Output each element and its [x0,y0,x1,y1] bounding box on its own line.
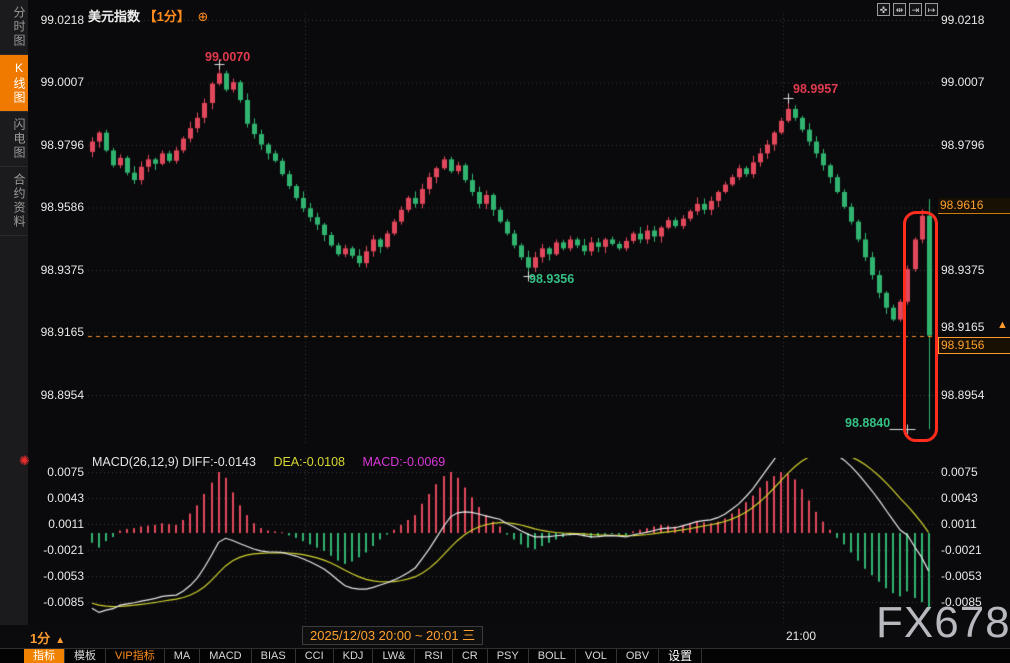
macd-axis-label: -0.0021 [941,543,1001,557]
tab-bias[interactable]: BIAS [252,649,296,663]
swing-low-label: 98.9356 [529,272,574,286]
price-axis-label: 98.9165 [941,320,1001,334]
period-value: 1分 [30,631,50,646]
period-selector[interactable]: 1分 ▲ [30,628,65,647]
macd-hist-value: MACD:-0.0069 [363,455,446,469]
tab-templates[interactable]: 模板 [65,649,106,663]
session-low-label: 98.8840 [845,416,890,430]
price-axis-label: 98.9796 [32,138,84,152]
tab-psy[interactable]: PSY [488,649,529,663]
price-axis-label: 99.0007 [32,75,84,89]
sidebar-tab-lightning[interactable]: 闪电图 [0,112,28,167]
tab-cci[interactable]: CCI [296,649,334,663]
macd-dea-value: DEA:-0.0108 [273,455,345,469]
goto-latest-icon[interactable]: ↦ [925,3,938,16]
price-axis-label: 98.9375 [32,263,84,277]
price-axis-label: 99.0218 [941,13,1001,27]
indicator-tab-bar: 指标 模板 VIP指标 MA MACD BIAS CCI KDJ LW& RSI… [0,648,1010,663]
macd-axis-label: 0.0011 [941,517,1001,531]
macd-axis-label: 0.0075 [32,465,84,479]
tab-vip-indicators[interactable]: VIP指标 [106,649,165,663]
price-axis-label: 99.0218 [32,13,84,27]
macd-axis-label: 0.0075 [941,465,1001,479]
current-price-box: 98.9156 [938,337,1010,354]
sidebar-tab-contract-info[interactable]: 合约资料 [0,167,28,236]
chart-title: 美元指数 【1分】 ⊕ [88,6,208,25]
chart-toolbar: ✜ ⇹ ⇥ ↦ [877,3,938,16]
period-dropdown-icon: ▲ [55,635,65,646]
upper-ref-price-box: 98.9616 [938,198,1010,214]
price-axis-label: 98.9586 [32,200,84,214]
tab-rsi[interactable]: RSI [415,649,452,663]
session-high-label: 99.0070 [205,50,250,64]
tab-vol[interactable]: VOL [576,649,617,663]
macd-formula-diff: MACD(26,12,9) DIFF:-0.0143 [92,455,256,469]
price-axis-label: 98.8954 [32,388,84,402]
macd-axis-label: -0.0021 [32,543,84,557]
macd-axis-label: -0.0053 [32,569,84,583]
sidebar-tab-time-chart[interactable]: 分时图 [0,0,28,55]
price-axis-label: 99.0007 [941,75,1001,89]
left-sidebar: 分时图 K线图 闪电图 合约资料 [0,0,28,625]
price-axis-label: 98.8954 [941,388,1001,402]
macd-axis-label: 0.0043 [941,491,1001,505]
tab-settings[interactable]: 设置 [659,649,702,663]
tab-obv[interactable]: OBV [617,649,659,663]
alert-burst-icon[interactable]: ✺ [19,453,30,469]
tab-macd[interactable]: MACD [200,649,251,663]
symbol-name: 美元指数 [88,9,140,24]
fit-range-icon[interactable]: ⇹ [893,3,906,16]
price-up-arrow-icon: ▲ [997,319,1008,331]
bar-datetime-readout: 2025/12/03 20:00 ~ 20:01 三 [302,626,483,645]
fx678-watermark: FX678 [876,598,1010,648]
macd-axis-label: 0.0011 [32,517,84,531]
tab-lwr[interactable]: LW& [373,649,415,663]
period-tag: 【1分】 [144,9,190,24]
tab-ma[interactable]: MA [165,649,201,663]
price-axis-label: 98.9165 [32,325,84,339]
chart-canvas[interactable] [0,0,1010,663]
tab-boll[interactable]: BOLL [529,649,576,663]
macd-axis-label: -0.0085 [32,595,84,609]
sidebar-tab-kline[interactable]: K线图 [0,55,28,112]
macd-header: MACD(26,12,9) DIFF:-0.0143 DEA:-0.0108 M… [92,455,445,469]
step-forward-icon[interactable]: ⇥ [909,3,922,16]
time-axis-label: 21:00 [786,629,816,643]
price-axis-label: 98.9796 [941,138,1001,152]
status-row: 1分 ▲ 2025/12/03 20:00 ~ 20:01 三 21:00 [0,625,1010,648]
tab-cr[interactable]: CR [453,649,488,663]
tab-kdj[interactable]: KDJ [334,649,374,663]
latest-move-highlight [903,211,938,442]
add-symbol-icon[interactable]: ⊕ [198,9,209,24]
swing-high-label: 98.9957 [793,82,838,96]
macd-axis-label: -0.0053 [941,569,1001,583]
crosshair-tool-icon[interactable]: ✜ [877,3,890,16]
trading-app-window: 分时图 K线图 闪电图 合约资料 美元指数 【1分】 ⊕ ✜ ⇹ ⇥ ↦ 99.… [0,0,1010,663]
price-axis-label: 98.9375 [941,263,1001,277]
tab-indicators[interactable]: 指标 [24,649,65,663]
macd-axis-label: 0.0043 [32,491,84,505]
